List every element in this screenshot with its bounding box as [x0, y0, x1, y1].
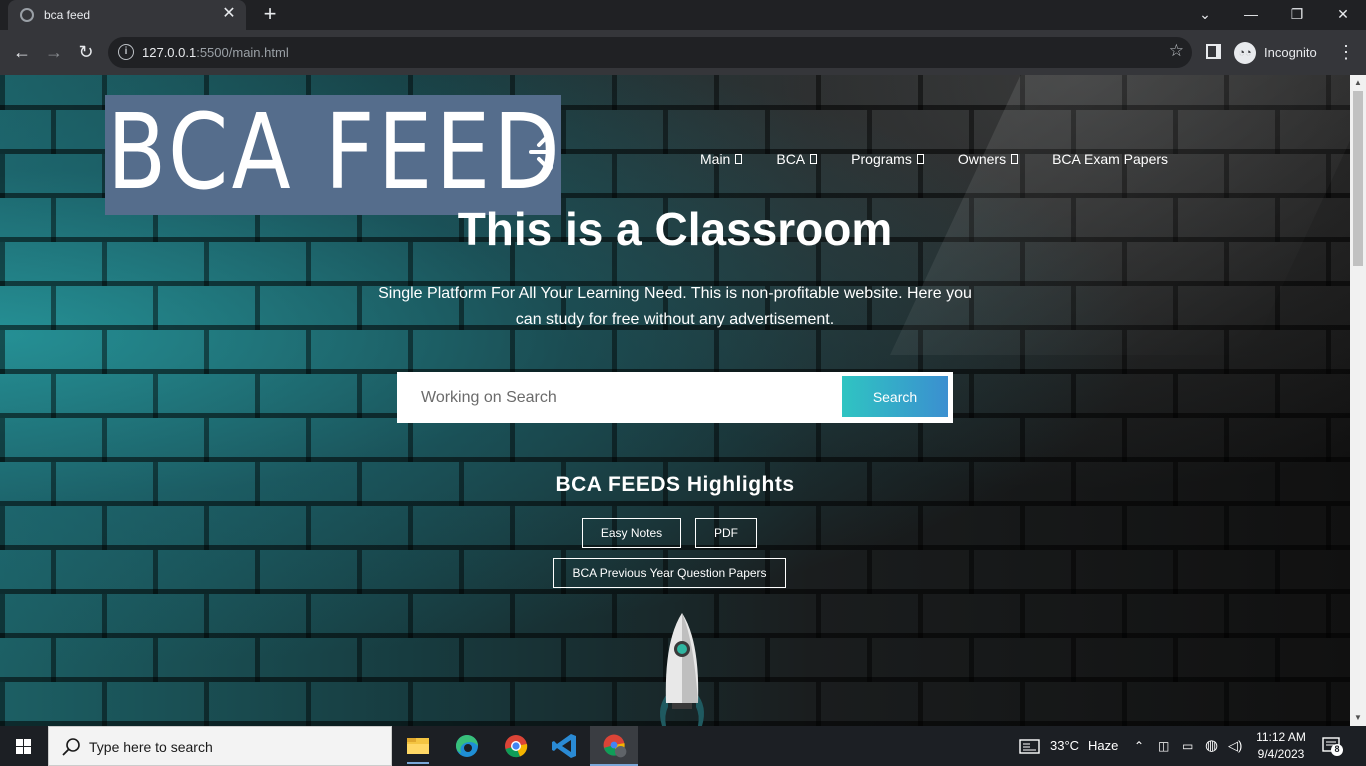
chrome-incognito-icon[interactable]: [590, 726, 638, 766]
scroll-down-icon[interactable]: ▼: [1353, 713, 1363, 723]
page-viewport: BCA FEED Main BCA Programs Owners BCA Ex…: [0, 75, 1350, 726]
plug-icon: [529, 133, 553, 171]
scroll-up-icon[interactable]: ▲: [1353, 78, 1363, 88]
show-hidden-icons-icon[interactable]: ⌃: [1134, 726, 1144, 766]
restore-button[interactable]: ❐: [1274, 0, 1320, 30]
easy-notes-button[interactable]: Easy Notes: [582, 518, 681, 548]
system-clock[interactable]: 11:12 AM 9/4/2023: [1253, 729, 1309, 763]
incognito-label: Incognito: [1264, 45, 1317, 60]
url-path: :5500/main.html: [196, 45, 289, 60]
tab-search-icon[interactable]: ⌄: [1182, 0, 1228, 30]
nav-label: Programs: [851, 151, 912, 167]
reload-icon[interactable]: ↻: [74, 40, 98, 64]
logo-text: BCA FEED: [107, 95, 561, 213]
dropdown-icon: [810, 154, 818, 164]
nav-item-programs[interactable]: Programs: [851, 151, 924, 167]
search-button[interactable]: Search: [842, 376, 948, 417]
weather-temp[interactable]: 33°C: [1050, 726, 1079, 766]
forward-icon[interactable]: →: [42, 40, 66, 64]
dropdown-icon: [735, 154, 743, 164]
nav-item-main[interactable]: Main: [700, 151, 743, 167]
globe-icon: [20, 8, 34, 22]
site-logo[interactable]: BCA FEED: [105, 95, 561, 215]
nav-label: Main: [700, 151, 731, 167]
windows-taskbar: Type here to search 33°C Haze ⌃ ◫ ▭ ◍ ◁)…: [0, 726, 1366, 766]
weather-icon[interactable]: [1018, 726, 1042, 766]
chrome-icon[interactable]: [492, 726, 540, 766]
incognito-icon: ◔◔: [1234, 41, 1256, 64]
url-host: 127.0.0.1: [142, 45, 197, 60]
scrollbar-thumb[interactable]: [1353, 91, 1363, 266]
minimize-button[interactable]: —: [1228, 0, 1274, 30]
browser-toolbar: ← → ↻ i 127.0.0.1:5500/main.html ☆ ◔◔ In…: [0, 30, 1366, 75]
search-form: Search: [397, 372, 953, 423]
browser-tab[interactable]: bca feed ✕: [8, 0, 246, 30]
hero-title: This is a Classroom: [457, 203, 893, 255]
search-input[interactable]: [397, 372, 837, 423]
close-tab-icon[interactable]: ✕: [220, 5, 238, 23]
edge-icon[interactable]: [443, 726, 491, 766]
back-icon[interactable]: ←: [10, 40, 34, 64]
nav-item-owners[interactable]: Owners: [957, 151, 1019, 167]
taskbar-search-box[interactable]: Type here to search: [48, 726, 392, 766]
bookmark-star-icon[interactable]: ☆: [1169, 41, 1184, 61]
volume-icon[interactable]: ◁): [1228, 726, 1242, 766]
main-nav: Main BCA Programs Owners BCA Exam Papers: [700, 151, 1168, 167]
rocket-icon[interactable]: [654, 611, 710, 726]
side-panel-icon[interactable]: [1206, 44, 1221, 59]
search-icon: [62, 738, 80, 756]
taskbar-search-placeholder: Type here to search: [89, 739, 213, 755]
dropdown-icon: [916, 154, 924, 164]
vertical-scrollbar[interactable]: ▲ ▼: [1350, 75, 1366, 726]
clock-date: 9/4/2023: [1257, 747, 1305, 761]
weather-desc[interactable]: Haze: [1088, 726, 1118, 766]
file-explorer-icon[interactable]: [394, 726, 442, 766]
highlights-title: BCA FEEDS Highlights: [555, 473, 795, 496]
nav-item-exam-papers[interactable]: BCA Exam Papers: [1052, 151, 1168, 167]
tab-strip: bca feed ✕ + ⌄ — ❐ ✕: [0, 0, 1366, 30]
battery-icon[interactable]: ▭: [1182, 726, 1193, 766]
notification-count: 8: [1334, 744, 1340, 754]
vscode-icon[interactable]: [541, 726, 589, 766]
address-bar[interactable]: i 127.0.0.1:5500/main.html ☆: [108, 37, 1192, 68]
tab-title: bca feed: [44, 8, 91, 22]
dropdown-icon: [1011, 154, 1019, 164]
question-papers-button[interactable]: BCA Previous Year Question Papers: [553, 558, 786, 588]
nav-label: BCA: [776, 151, 806, 167]
pdf-button[interactable]: PDF: [695, 518, 757, 548]
browser-menu-icon[interactable]: ⋮: [1337, 40, 1355, 64]
hero-subtitle: Single Platform For All Your Learning Ne…: [378, 285, 972, 328]
url-text[interactable]: 127.0.0.1:5500/main.html: [142, 45, 289, 60]
clock-time: 11:12 AM: [1256, 730, 1306, 744]
nav-label: Owners: [957, 151, 1007, 167]
network-globe-icon[interactable]: ◍: [1205, 726, 1218, 766]
close-window-button[interactable]: ✕: [1320, 0, 1366, 30]
site-info-icon[interactable]: i: [118, 44, 134, 60]
incognito-indicator[interactable]: ◔◔ Incognito: [1234, 39, 1317, 66]
nav-label: BCA Exam Papers: [1052, 151, 1169, 167]
new-tab-button[interactable]: +: [258, 3, 282, 27]
meet-now-icon[interactable]: ◫: [1158, 726, 1169, 766]
nav-item-bca[interactable]: BCA: [776, 151, 818, 167]
windows-start-icon[interactable]: [0, 726, 48, 766]
